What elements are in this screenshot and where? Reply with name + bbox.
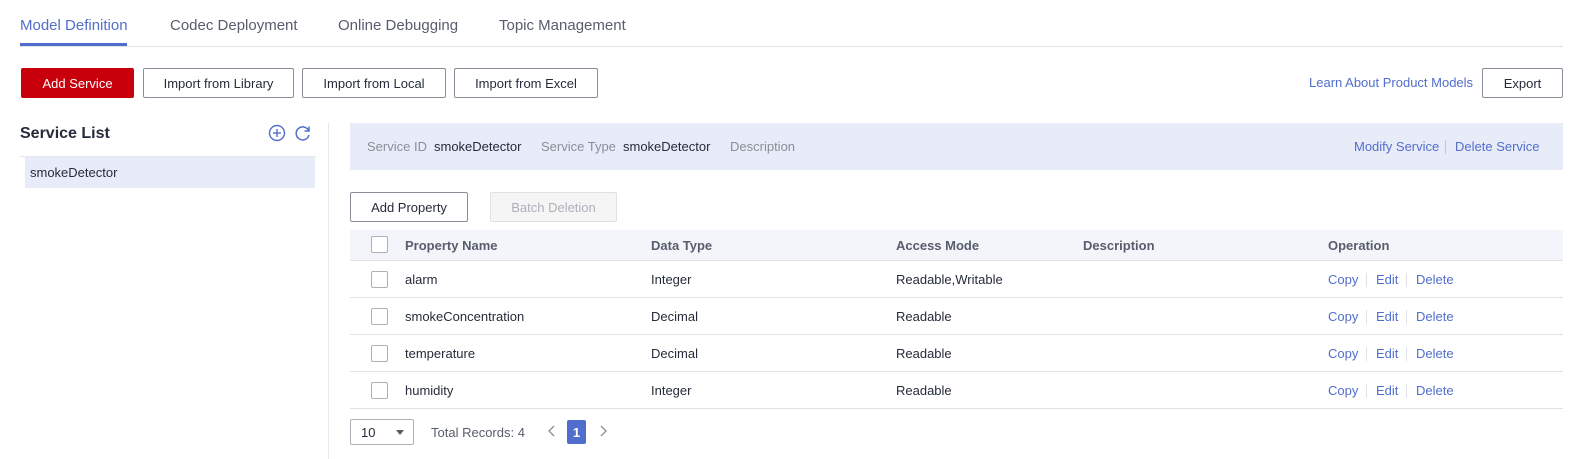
access-mode: Readable — [896, 383, 952, 398]
service-id-label: Service ID — [367, 139, 427, 154]
import-from-library-button[interactable]: Import from Library — [143, 68, 294, 98]
delete-link[interactable]: Delete — [1416, 383, 1454, 398]
row-checkbox[interactable] — [371, 382, 388, 399]
copy-link[interactable]: Copy — [1328, 346, 1358, 361]
tab-codec-deployment[interactable]: Codec Deployment — [170, 17, 298, 34]
column-header: Operation — [1328, 238, 1390, 253]
copy-link[interactable]: Copy — [1328, 383, 1358, 398]
column-header: Description — [1083, 238, 1155, 253]
delete-service-link[interactable]: Delete Service — [1455, 139, 1540, 154]
tab-online-debugging[interactable]: Online Debugging — [338, 17, 458, 34]
property-name: temperature — [405, 346, 476, 361]
service-list-title: Service List — [20, 125, 110, 142]
delete-link[interactable]: Delete — [1416, 272, 1454, 287]
op-separator — [1366, 347, 1367, 361]
property-name: humidity — [405, 383, 454, 398]
link-separator — [1445, 140, 1446, 154]
column-header: Data Type — [651, 238, 713, 253]
tab-bar: Model Definition Codec Deployment Online… — [20, 0, 1563, 47]
op-separator — [1406, 347, 1407, 361]
page-size-select[interactable]: 10 — [350, 419, 414, 445]
op-separator — [1366, 384, 1367, 398]
copy-link[interactable]: Copy — [1328, 309, 1358, 324]
service-type-label: Service Type — [541, 139, 616, 154]
import-from-excel-button[interactable]: Import from Excel — [454, 68, 598, 98]
op-separator — [1406, 384, 1407, 398]
chevron-left-icon[interactable] — [546, 423, 558, 439]
data-type: Integer — [651, 383, 692, 398]
delete-link[interactable]: Delete — [1416, 309, 1454, 324]
access-mode: Readable — [896, 309, 952, 324]
op-separator — [1406, 273, 1407, 287]
table-row: temperature Decimal Readable Copy Edit D… — [350, 335, 1563, 372]
page-size-value: 10 — [361, 424, 376, 440]
plus-circle-icon[interactable] — [267, 123, 287, 143]
access-mode: Readable,Writable — [896, 272, 1003, 287]
table-row: alarm Integer Readable,Writable Copy Edi… — [350, 261, 1563, 298]
chevron-right-icon[interactable] — [597, 423, 609, 439]
row-checkbox[interactable] — [371, 308, 388, 325]
table-row: smokeConcentration Decimal Readable Copy… — [350, 298, 1563, 335]
column-header: Access Mode — [896, 238, 980, 253]
tab-topic-management[interactable]: Topic Management — [499, 17, 626, 34]
data-type: Decimal — [651, 309, 698, 324]
learn-product-models-link[interactable]: Learn About Product Models — [1309, 75, 1473, 90]
table-header: Property Name Data Type Access Mode Desc… — [350, 230, 1563, 261]
property-name: smokeConcentration — [405, 309, 525, 324]
edit-link[interactable]: Edit — [1376, 272, 1398, 287]
add-property-button[interactable]: Add Property — [350, 192, 468, 222]
batch-deletion-button[interactable]: Batch Deletion — [490, 192, 617, 222]
column-header: Property Name — [405, 238, 498, 253]
table-row: humidity Integer Readable Copy Edit Dele… — [350, 372, 1563, 409]
service-description-label: Description — [730, 139, 796, 154]
data-type: Integer — [651, 272, 692, 287]
edit-link[interactable]: Edit — [1376, 346, 1398, 361]
active-tab-indicator — [20, 43, 127, 46]
tab-model-definition[interactable]: Model Definition — [20, 17, 128, 34]
op-separator — [1366, 273, 1367, 287]
service-info-bar: Service ID smokeDetector Service Type sm… — [350, 123, 1563, 170]
page-number-current[interactable]: 1 — [567, 420, 586, 444]
row-checkbox[interactable] — [371, 271, 388, 288]
service-list-item[interactable]: smokeDetector — [25, 157, 315, 188]
caret-down-icon — [396, 430, 404, 435]
data-type: Decimal — [651, 346, 698, 361]
total-records: Total Records: 4 — [431, 425, 525, 440]
service-id-value: smokeDetector — [434, 139, 522, 154]
select-all-checkbox[interactable] — [371, 236, 388, 253]
export-button[interactable]: Export — [1482, 68, 1563, 98]
delete-link[interactable]: Delete — [1416, 346, 1454, 361]
panel-divider — [328, 123, 329, 459]
service-type-value: smokeDetector — [623, 139, 711, 154]
edit-link[interactable]: Edit — [1376, 383, 1398, 398]
modify-service-link[interactable]: Modify Service — [1354, 139, 1439, 154]
edit-link[interactable]: Edit — [1376, 309, 1398, 324]
refresh-icon[interactable] — [293, 123, 313, 143]
access-mode: Readable — [896, 346, 952, 361]
row-checkbox[interactable] — [371, 345, 388, 362]
copy-link[interactable]: Copy — [1328, 272, 1358, 287]
op-separator — [1406, 310, 1407, 324]
service-list-item-label: smokeDetector — [30, 165, 118, 180]
import-from-local-button[interactable]: Import from Local — [302, 68, 446, 98]
op-separator — [1366, 310, 1367, 324]
add-service-button[interactable]: Add Service — [21, 68, 134, 98]
property-name: alarm — [405, 272, 438, 287]
